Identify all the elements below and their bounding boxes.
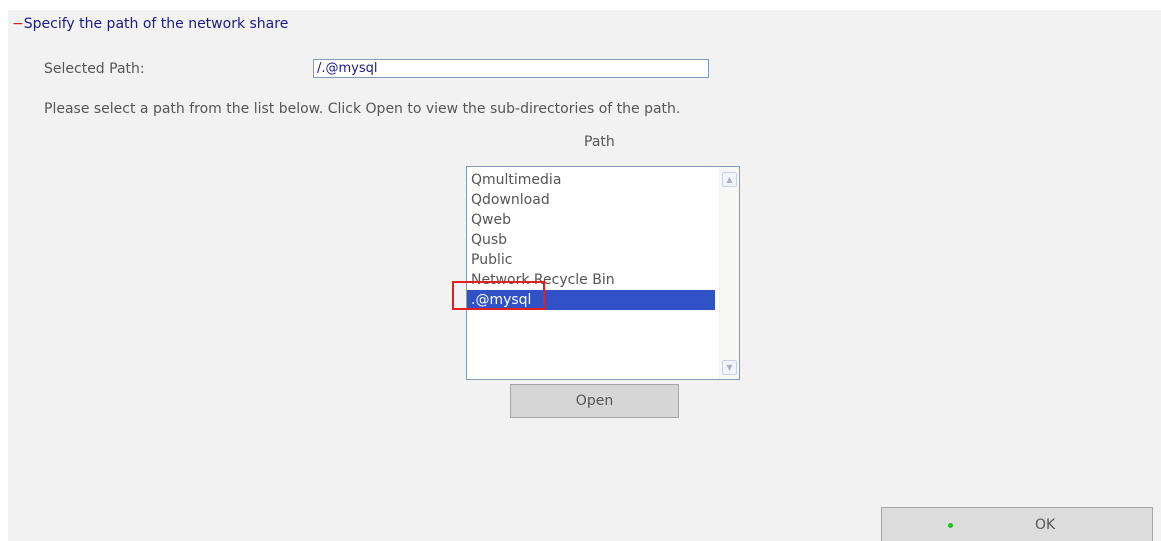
path-item-qdownload[interactable]: Qdownload: [467, 190, 715, 210]
scroll-up-icon[interactable]: ▲: [722, 172, 737, 187]
path-item-network-recycle-bin[interactable]: Network Recycle Bin: [467, 270, 715, 290]
instruction-text: Please select a path from the list below…: [44, 101, 681, 117]
share-path-panel: −Specify the path of the network share S…: [8, 10, 1161, 541]
scroll-down-icon[interactable]: ▼: [722, 360, 737, 375]
path-column-header: Path: [584, 134, 615, 150]
selected-path-input[interactable]: [313, 59, 709, 78]
path-item-qmultimedia[interactable]: Qmultimedia: [467, 170, 715, 190]
selected-path-label: Selected Path:: [44, 61, 145, 77]
path-item-qusb[interactable]: Qusb: [467, 230, 715, 250]
path-item-mysql[interactable]: .@mysql: [467, 290, 715, 310]
open-button[interactable]: Open: [510, 384, 679, 418]
section-title: Specify the path of the network share: [23, 16, 289, 32]
path-listbox[interactable]: Qmultimedia Qdownload Qweb Qusb Public N…: [466, 166, 740, 380]
path-item-qweb[interactable]: Qweb: [467, 210, 715, 230]
section-header[interactable]: −Specify the path of the network share: [12, 16, 288, 32]
ok-button-label: OK: [1035, 517, 1056, 533]
path-list: Qmultimedia Qdownload Qweb Qusb Public N…: [467, 167, 715, 310]
collapse-icon[interactable]: −: [12, 16, 24, 32]
list-scrollbar[interactable]: ▲ ▼: [719, 167, 739, 379]
path-item-public[interactable]: Public: [467, 250, 715, 270]
ok-button[interactable]: OK: [881, 507, 1153, 541]
status-dot-icon: [948, 523, 953, 528]
